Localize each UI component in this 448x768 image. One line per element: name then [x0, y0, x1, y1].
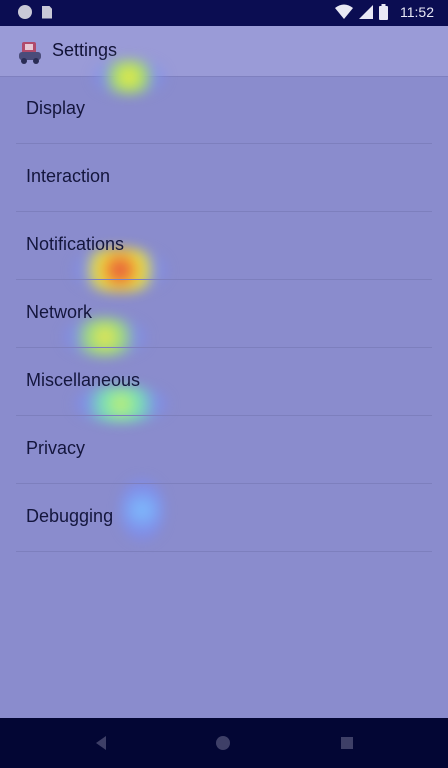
- app-logo-icon: [19, 42, 41, 64]
- back-button[interactable]: [90, 732, 112, 754]
- settings-item-label: Privacy: [26, 438, 86, 458]
- settings-item-miscellaneous[interactable]: Miscellaneous: [16, 348, 432, 416]
- navigation-bar: [0, 718, 448, 768]
- settings-item-label: Notifications: [26, 234, 125, 254]
- settings-item-privacy[interactable]: Privacy: [16, 416, 432, 484]
- settings-item-label: Network: [26, 302, 93, 322]
- battery-icon: [379, 4, 388, 20]
- page-title: Settings: [52, 40, 118, 60]
- settings-item-debugging[interactable]: Debugging: [16, 484, 432, 552]
- status-right-icons: 11:52: [335, 4, 434, 20]
- back-icon: [96, 736, 106, 750]
- app-bar: Settings: [0, 26, 448, 77]
- notification-dot-icon: [18, 5, 32, 19]
- status-bar: 11:52: [0, 0, 448, 26]
- settings-list: Display Interaction Notifications Networ…: [0, 76, 448, 552]
- status-left-icons: [18, 5, 52, 19]
- settings-item-label: Miscellaneous: [26, 370, 141, 390]
- wifi-icon: [335, 4, 353, 19]
- recents-button[interactable]: [336, 732, 358, 754]
- sd-card-icon: [42, 5, 52, 19]
- home-button[interactable]: [212, 732, 234, 754]
- recents-icon: [341, 737, 353, 749]
- status-time: 11:52: [400, 4, 434, 20]
- cell-signal-icon: [359, 5, 373, 19]
- settings-item-label: Interaction: [26, 166, 111, 186]
- settings-item-label: Display: [26, 98, 86, 118]
- settings-item-notifications[interactable]: Notifications: [16, 212, 432, 280]
- home-icon: [216, 736, 230, 750]
- settings-item-display[interactable]: Display: [16, 76, 432, 144]
- settings-item-label: Debugging: [26, 506, 114, 526]
- settings-item-network[interactable]: Network: [16, 280, 432, 348]
- settings-item-interaction[interactable]: Interaction: [16, 144, 432, 212]
